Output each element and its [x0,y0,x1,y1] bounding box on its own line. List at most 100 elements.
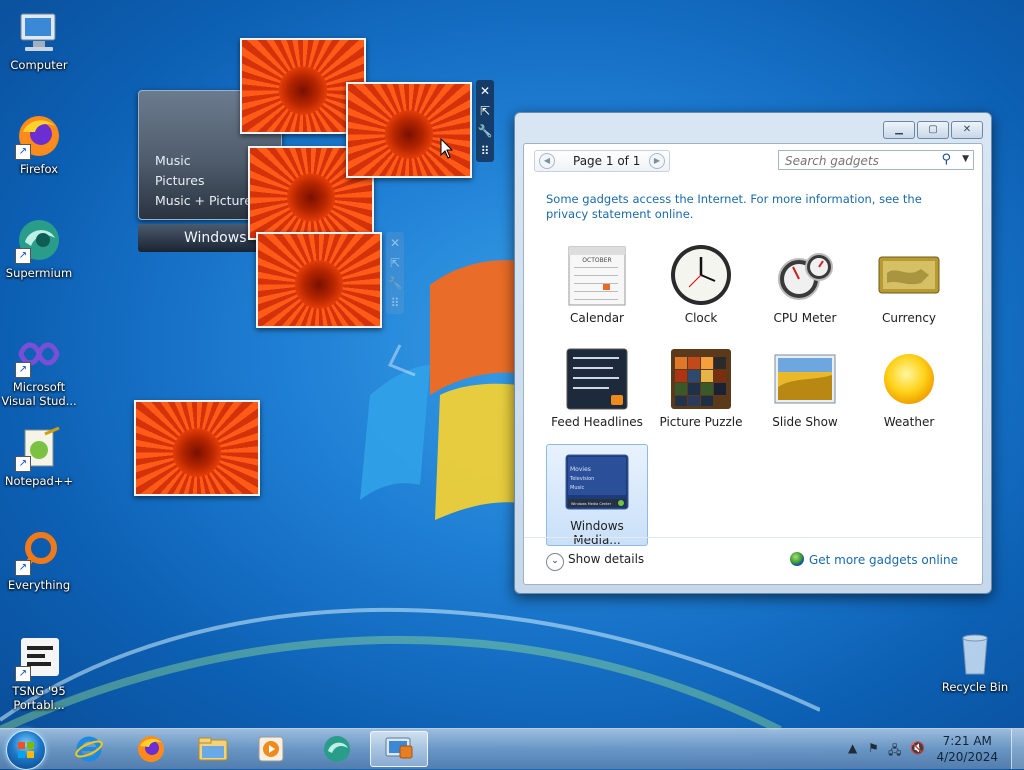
desktop-icon-label: Notepad++ [4,474,74,488]
taskbar-firefox[interactable] [124,731,178,767]
desktop-icon-supermium[interactable]: ↗ Supermium [0,216,78,280]
media-center-menu-item[interactable]: Music + Pictures [155,193,259,208]
minimize-button[interactable]: ▁ [883,121,915,139]
clock-time: 7:21 AM [942,734,992,748]
gadget-gallery-window: ▁ ▢ ✕ ◀ Page 1 of 1 ▶ ⚲ ▼ Some gadgets a… [514,112,992,594]
recycle-bin-icon [951,630,999,678]
windows-logo-icon [18,742,34,758]
wmc-thumb-bar: Windows Media Center [571,502,612,506]
larger-size-icon[interactable]: ⇱ [480,103,490,119]
get-more-gadgets-link[interactable]: Get more gadgets online [789,552,958,567]
gadget-item-picture-puzzle[interactable]: Picture Puzzle [650,340,752,442]
visual-studio-icon: ↗ [15,330,63,378]
gadget-item-weather[interactable]: Weather [858,340,960,442]
media-center-gadget-bar[interactable]: Windows [138,224,262,252]
search-box: ⚲ ▼ [778,150,974,170]
clock[interactable]: 7:21 AM 4/20/2024 [936,733,998,765]
calendar-gadget-icon: OCTOBER [565,243,629,307]
weather-gadget-icon [877,347,941,411]
start-button[interactable] [6,730,46,770]
gadget-item-currency[interactable]: Currency [858,236,960,338]
desktop-icon-firefox[interactable]: ↗ Firefox [0,112,78,176]
taskbar-internet-explorer[interactable] [62,731,116,767]
desktop-icon-label: Everything [7,578,71,592]
slideshow-gadget-photo[interactable] [134,400,260,496]
action-center-flag-icon[interactable]: ⚑ [868,741,879,755]
mouse-cursor-icon [440,138,454,159]
larger-size-icon[interactable]: ⇱ [390,255,400,271]
close-button[interactable]: ✕ [951,121,983,139]
slideshow-gadget-photo[interactable] [256,232,382,328]
gadget-item-slide-show[interactable]: Slide Show [754,340,856,442]
taskbar-file-explorer[interactable] [186,731,240,767]
slide-show-gadget-icon [773,347,837,411]
drag-grip-icon[interactable]: ⠿ [391,295,400,311]
gadget-name: Calendar [570,311,624,325]
everything-search-icon: ↗ [15,528,63,576]
drag-grip-icon[interactable]: ⠿ [481,143,490,159]
window-controls: ▁ ▢ ✕ [883,121,983,139]
show-details-button[interactable]: ⌄ Show details [546,552,644,571]
feed-headlines-gadget-icon [565,347,629,411]
chevron-down-icon: ⌄ [546,553,564,571]
search-gadgets-input[interactable] [783,152,937,170]
desktop-icon-label: Computer [10,58,68,72]
gadget-name: Feed Headlines [551,415,643,429]
desktop-icon-everything[interactable]: ↗ Everything [0,528,78,592]
media-center-menu-item[interactable]: Music [155,153,191,168]
wmc-thumb-line: Television [569,476,594,482]
supermium-icon: ↗ [15,216,63,264]
network-icon[interactable]: 🖧 [888,741,901,762]
taskbar-gadgets[interactable] [370,731,428,767]
gadget-item-clock[interactable]: Clock [650,236,752,338]
wmc-thumb-line: Movies [570,466,591,473]
shortcut-arrow-icon: ↗ [15,144,31,160]
taskbar-supermium[interactable] [310,731,364,767]
globe-icon [789,552,804,566]
desktop-icon-visual-studio[interactable]: ↗ Microsoft Visual Stud... [0,330,78,408]
desktop-icon-label: Microsoft Visual Stud... [1,380,77,408]
gallery-toolbar: ◀ Page 1 of 1 ▶ ⚲ ▼ [524,144,982,178]
firefox-icon: ↗ [15,112,63,160]
wmc-thumb-line: Music [570,485,584,491]
calendar-month-label: OCTOBER [582,257,611,264]
supermium-icon [324,736,350,762]
get-more-gadgets-label: Get more gadgets online [808,553,958,567]
desktop-icon-tsng[interactable]: ↗ TSNG '95 Portabl... [0,634,78,712]
computer-icon [15,8,63,56]
gadget-item-calendar[interactable]: OCTOBER Calendar [546,236,648,338]
show-desktop-button[interactable] [1011,729,1024,769]
desktop-icon-notepad-plus-plus[interactable]: ↗ Notepad++ [0,424,78,488]
system-tray: ▲ ⚑ 🖧 🔇 7:21 AM 4/20/2024 [834,729,1024,769]
show-hidden-icons-icon[interactable]: ▲ [848,741,857,755]
taskbar-media-player[interactable] [244,731,298,767]
desktop-icon-computer[interactable]: Computer [0,8,78,72]
gadget-name: Picture Puzzle [659,415,743,429]
page-navigator: ◀ Page 1 of 1 ▶ [534,150,670,172]
notepad-plus-plus-icon: ↗ [15,424,63,472]
search-icon[interactable]: ⚲ [941,152,951,167]
chevron-down-icon[interactable]: ▼ [962,154,969,164]
gadget-item-feed-headlines[interactable]: Feed Headlines [546,340,648,442]
gadget-control-strip: ✕ ⇱ 🔧 ⠿ [386,232,404,314]
next-page-icon[interactable]: ▶ [649,153,665,169]
cpu-meter-gadget-icon [773,243,837,307]
close-icon[interactable]: ✕ [390,235,400,251]
desktop-icon-label: Recycle Bin [941,680,1009,694]
desktop-icon-recycle-bin[interactable]: Recycle Bin [936,630,1014,694]
shortcut-arrow-icon: ↗ [15,248,31,264]
gadget-item-windows-media-center[interactable]: Movies Television Music Windows Media Ce… [546,444,648,547]
close-icon[interactable]: ✕ [480,83,490,99]
gadget-item-cpu-meter[interactable]: CPU Meter [754,236,856,338]
slideshow-gadget-photo[interactable] [346,82,472,178]
volume-muted-icon[interactable]: 🔇 [910,741,925,755]
privacy-notice-link[interactable]: Some gadgets access the Internet. For mo… [546,192,966,222]
options-wrench-icon[interactable]: 🔧 [388,275,403,291]
gadget-name: Weather [883,415,935,429]
options-wrench-icon[interactable]: 🔧 [478,123,493,139]
media-center-menu-item[interactable]: Pictures [155,173,205,188]
picture-puzzle-gadget-icon [669,347,733,411]
desktop-icon-label: TSNG '95 Portabl... [12,684,66,712]
maximize-button[interactable]: ▢ [917,121,949,139]
previous-page-icon[interactable]: ◀ [539,153,555,169]
